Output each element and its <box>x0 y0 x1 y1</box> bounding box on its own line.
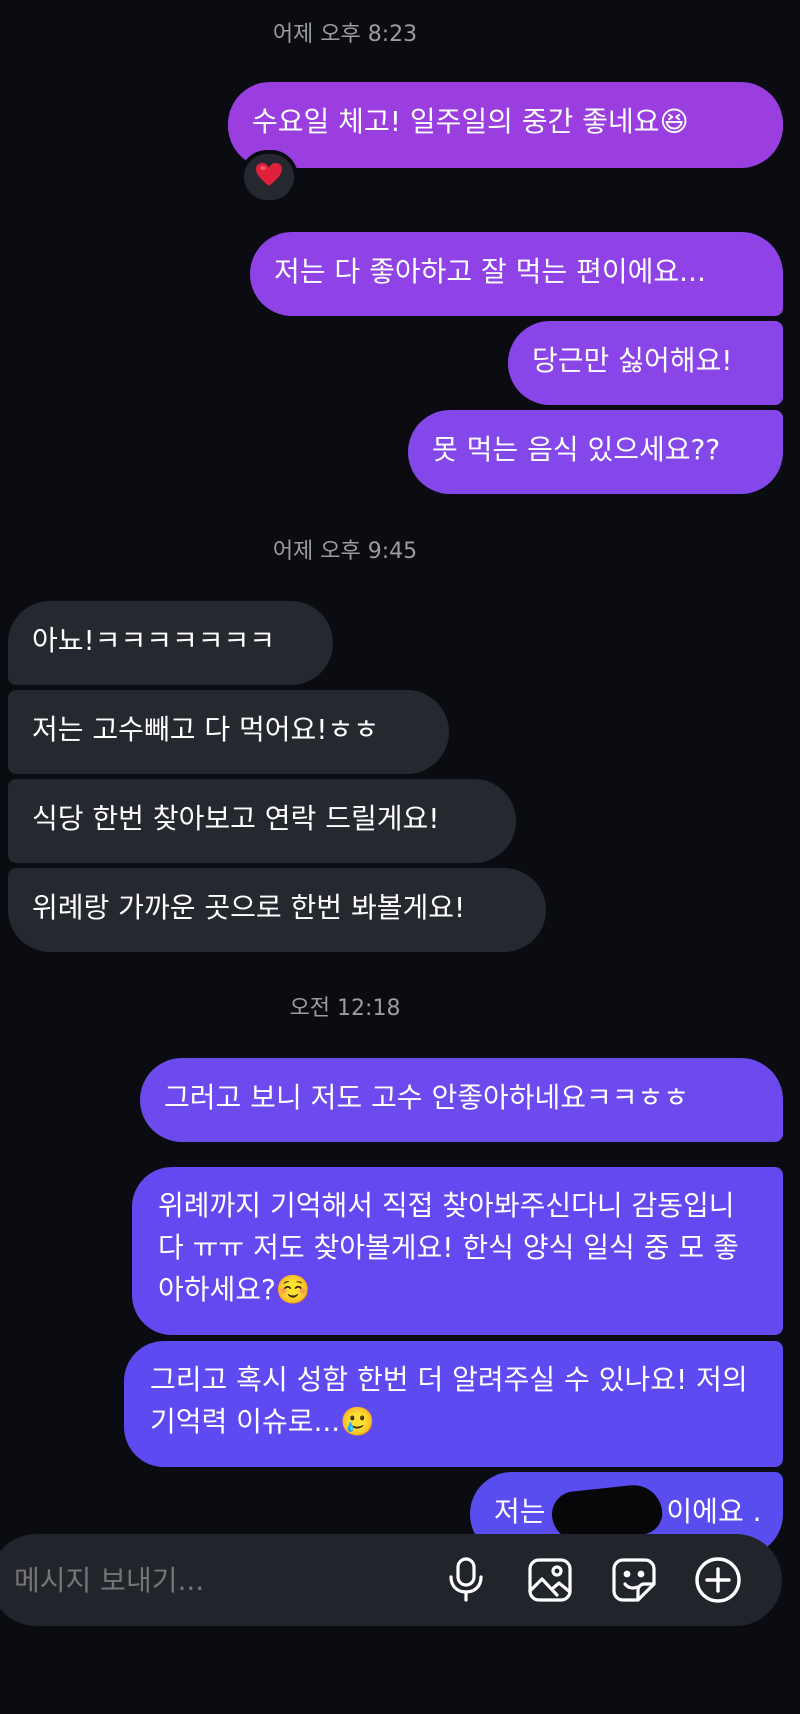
sticker-icon[interactable] <box>606 1552 662 1608</box>
message-text: 저는 <box>494 1495 555 1528</box>
message-bubble-outgoing[interactable]: 그리고 혹시 성함 한번 더 알려주실 수 있나요! 저의 기억력 이슈로...… <box>124 1341 783 1467</box>
message-text: 위례까지 기억해서 직접 찾아봐주신다니 감동입니다 ㅠㅠ 저도 찾아볼게요! … <box>158 1189 739 1306</box>
message-composer <box>0 1534 782 1628</box>
timestamp: 어제 오후 8:23 <box>272 22 418 47</box>
message-text: 그리고 혹시 성함 한번 더 알려주실 수 있나요! 저의 기억력 이슈로...… <box>150 1363 748 1438</box>
message-bubble-outgoing[interactable]: 당근만 싫어해요! <box>508 321 783 405</box>
timestamp: 어제 오후 9:45 <box>272 539 418 564</box>
message-text: 위례랑 가까운 곳으로 한번 봐볼게요! <box>32 891 466 924</box>
heart-emoji <box>255 162 283 192</box>
message-text: 식당 한번 찾아보고 연락 드릴게요! <box>32 802 440 835</box>
message-bubble-incoming[interactable]: 위례랑 가까운 곳으로 한번 봐볼게요! <box>8 868 546 952</box>
message-text: 저는 다 좋아하고 잘 먹는 편이에요... <box>274 255 706 288</box>
message-bubble-outgoing[interactable]: 그러고 보니 저도 고수 안좋아하네요ㅋㅋㅎㅎ <box>140 1058 783 1142</box>
message-bubble-outgoing[interactable]: 저는 다 좋아하고 잘 먹는 편이에요... <box>250 232 783 316</box>
message-text: 이에요 . <box>666 1495 762 1528</box>
microphone-icon[interactable] <box>438 1552 494 1608</box>
message-text: 당근만 싫어해요! <box>532 344 733 377</box>
message-bubble-incoming[interactable]: 식당 한번 찾아보고 연락 드릴게요! <box>8 779 516 863</box>
message-text: 못 먹는 음식 있으세요?? <box>432 433 721 466</box>
message-bubble-incoming[interactable]: 저는 고수빼고 다 먹어요!ㅎㅎ <box>8 690 449 774</box>
message-text: 그러고 보니 저도 고수 안좋아하네요ㅋㅋㅎㅎ <box>164 1081 690 1114</box>
message-text: 아뇨!ㅋㅋㅋㅋㅋㅋㅋ <box>32 624 276 657</box>
timestamp: 오전 12:18 <box>289 996 401 1021</box>
message-bubble-outgoing[interactable]: 위례까지 기억해서 직접 찾아봐주신다니 감동입니다 ㅠㅠ 저도 찾아볼게요! … <box>132 1167 783 1335</box>
message-bubble-incoming[interactable]: 아뇨!ㅋㅋㅋㅋㅋㅋㅋ <box>8 601 333 685</box>
message-bubble-outgoing[interactable]: 수요일 체고! 일주일의 중간 좋네요😆 <box>228 82 783 168</box>
message-text: 저는 고수빼고 다 먹어요!ㅎㅎ <box>32 713 380 746</box>
plus-circle-icon[interactable] <box>690 1552 746 1608</box>
message-input[interactable] <box>12 1534 416 1628</box>
message-text: 수요일 체고! 일주일의 중간 좋네요😆 <box>252 105 689 138</box>
chat-thread: 어제 오후 8:23 수요일 체고! 일주일의 중간 좋네요😆 저는 다 좋아하… <box>0 0 800 1714</box>
image-icon[interactable] <box>522 1552 578 1608</box>
message-bubble-outgoing[interactable]: 못 먹는 음식 있으세요?? <box>408 410 783 494</box>
reaction-badge[interactable] <box>240 150 298 204</box>
